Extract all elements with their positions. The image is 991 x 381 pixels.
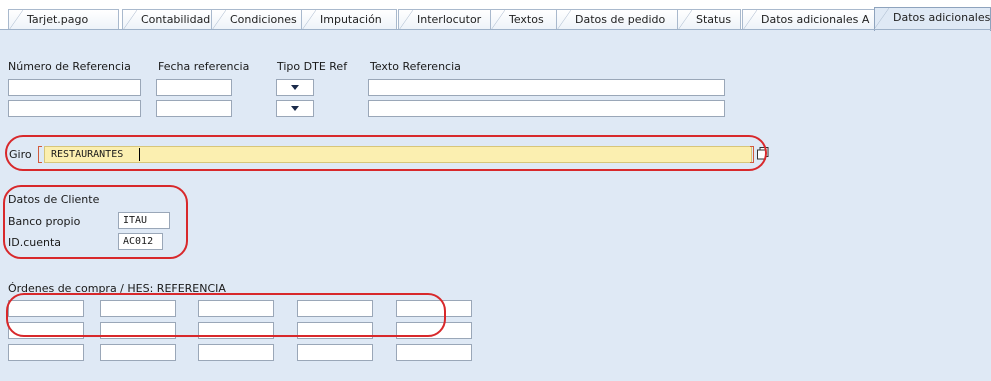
fecha-referencia-field[interactable]	[156, 79, 232, 96]
orden-field[interactable]	[396, 300, 472, 317]
banco-propio-field[interactable]: ITAU	[118, 212, 170, 229]
banco-propio-label: Banco propio	[8, 215, 81, 228]
tab-label: Datos de pedido	[575, 13, 666, 26]
tab-interlocutor[interactable]: Interlocutor	[398, 9, 494, 29]
orden-field[interactable]	[297, 300, 373, 317]
datos-cliente-label: Datos de Cliente	[8, 193, 100, 206]
numero-referencia-field[interactable]	[8, 100, 141, 117]
tipo-dte-ref-dropdown[interactable]	[276, 100, 314, 117]
tab-label: Condiciones	[230, 13, 297, 26]
field-bracket	[38, 146, 42, 163]
tab-datos-adicionales-b[interactable]: Datos adicionales I	[874, 7, 991, 31]
tab-tarjet-pago[interactable]: Tarjet.pago	[8, 9, 119, 29]
tab-label: Datos adicionales I	[893, 11, 991, 24]
tab-label: Imputación	[320, 13, 382, 26]
tab-label: Datos adicionales A	[761, 13, 870, 26]
fecha-referencia-label: Fecha referencia	[158, 60, 250, 73]
tab-divider	[0, 29, 991, 30]
texto-referencia-field[interactable]	[368, 79, 725, 96]
orden-field[interactable]	[100, 344, 176, 361]
orden-field[interactable]	[198, 300, 274, 317]
id-cuenta-field[interactable]: AC012	[118, 233, 163, 250]
orden-field[interactable]	[396, 322, 472, 339]
tab-status[interactable]: Status	[677, 9, 741, 29]
fecha-referencia-field[interactable]	[156, 100, 232, 117]
orden-field[interactable]	[8, 300, 84, 317]
copy-icon[interactable]	[757, 147, 769, 160]
ordenes-compra-label: Órdenes de compra / HES: REFERENCIA	[8, 282, 226, 295]
tipo-dte-ref-dropdown[interactable]	[276, 79, 314, 96]
tab-label: Textos	[509, 13, 544, 26]
orden-field[interactable]	[100, 322, 176, 339]
chevron-down-icon	[291, 85, 299, 90]
texto-referencia-label: Texto Referencia	[370, 60, 461, 73]
id-cuenta-label: ID.cuenta	[8, 236, 62, 249]
tab-imputacion[interactable]: Imputación	[301, 9, 397, 29]
orden-field[interactable]	[8, 322, 84, 339]
orden-field[interactable]	[396, 344, 472, 361]
tab-contabilidad[interactable]: Contabilidad	[122, 9, 218, 29]
tab-datos-de-pedido[interactable]: Datos de pedido	[556, 9, 681, 29]
numero-referencia-field[interactable]	[8, 79, 141, 96]
tab-label: Interlocutor	[417, 13, 482, 26]
tab-datos-adicionales-a[interactable]: Datos adicionales A	[742, 9, 877, 29]
field-bracket	[750, 146, 754, 163]
orden-field[interactable]	[198, 322, 274, 339]
tab-textos[interactable]: Textos	[490, 9, 560, 29]
tab-label: Tarjet.pago	[27, 13, 89, 26]
orden-field[interactable]	[100, 300, 176, 317]
text-cursor	[139, 148, 140, 161]
tab-label: Contabilidad	[141, 13, 211, 26]
orden-field[interactable]	[8, 344, 84, 361]
texto-referencia-field[interactable]	[368, 100, 725, 117]
orden-field[interactable]	[198, 344, 274, 361]
orden-field[interactable]	[297, 322, 373, 339]
giro-label: Giro	[9, 148, 32, 161]
giro-field[interactable]: RESTAURANTES	[44, 146, 752, 163]
tab-strip: Tarjet.pago Contabilidad Condiciones Imp…	[0, 0, 991, 31]
orden-field[interactable]	[297, 344, 373, 361]
tab-condiciones[interactable]: Condiciones	[211, 9, 307, 29]
tab-label: Status	[696, 13, 732, 26]
chevron-down-icon	[291, 106, 299, 111]
tipo-dte-ref-label: Tipo DTE Ref	[277, 60, 348, 73]
numero-referencia-label: Número de Referencia	[8, 60, 131, 73]
